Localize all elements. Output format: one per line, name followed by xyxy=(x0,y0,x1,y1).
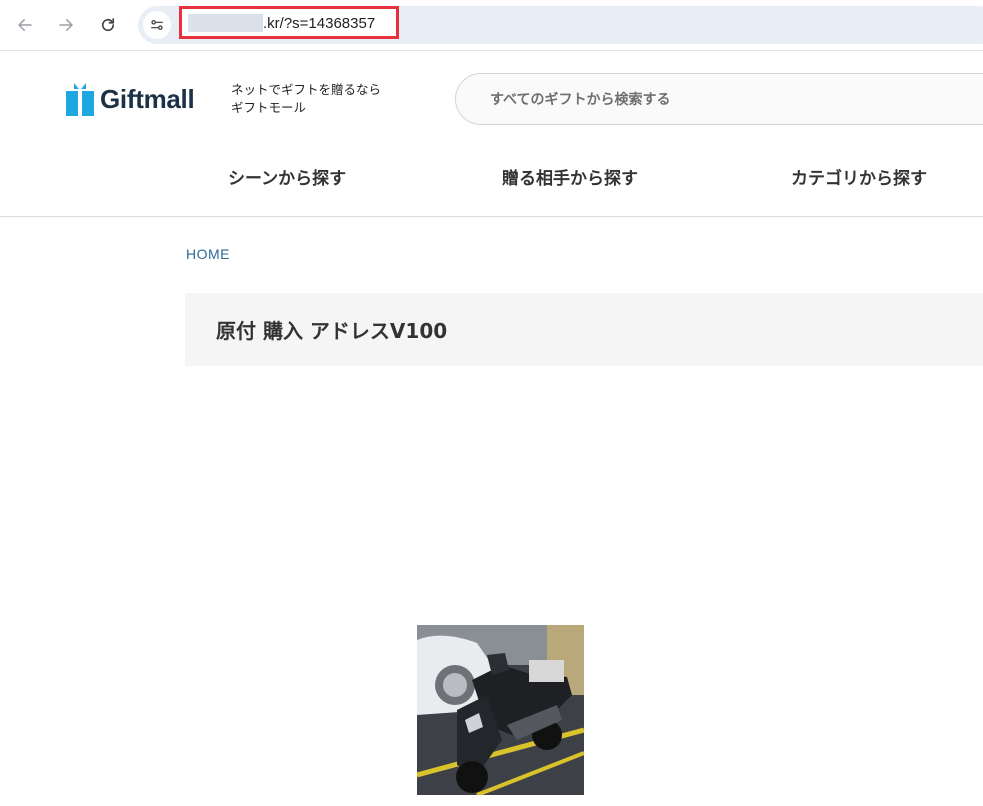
site-info-button[interactable] xyxy=(143,11,171,39)
tagline-line-2: ギフトモール xyxy=(231,100,307,115)
gift-box-icon xyxy=(66,83,94,116)
nav-item-category[interactable]: カテゴリから探す xyxy=(791,164,927,189)
breadcrumb-home[interactable]: HOME xyxy=(186,246,230,262)
arrow-right-icon xyxy=(59,19,73,31)
product-image[interactable] xyxy=(417,625,584,795)
reload-icon xyxy=(101,18,115,32)
tune-icon xyxy=(151,20,163,30)
tagline-line-1: ネットでギフトを贈るなら xyxy=(231,82,382,97)
search-box[interactable] xyxy=(455,73,983,125)
arrow-left-icon xyxy=(18,19,32,31)
search-input[interactable] xyxy=(488,88,972,112)
address-bar[interactable]: .kr/?s=14368357 xyxy=(138,6,983,44)
tagline: ネットでギフトを贈るなら ギフトモール xyxy=(231,81,381,117)
forward-button[interactable] xyxy=(51,10,81,40)
title-banner: 原付 購入 アドレスV100 xyxy=(185,293,983,366)
giftmall-logo[interactable]: Giftmall xyxy=(66,81,195,117)
logo-text: Giftmall xyxy=(100,83,195,114)
back-button[interactable] xyxy=(10,10,40,40)
main-navigation: シーンから探す 贈る相手から探す カテゴリから探す xyxy=(0,150,983,217)
browser-toolbar: .kr/?s=14368357 xyxy=(0,0,983,51)
url-text[interactable]: .kr/?s=14368357 xyxy=(263,15,375,32)
url-redaction xyxy=(188,14,263,32)
nav-item-recipient[interactable]: 贈る相手から探す xyxy=(502,164,638,189)
page-title: 原付 購入 アドレスV100 xyxy=(216,319,448,343)
nav-item-scene[interactable]: シーンから探す xyxy=(228,164,346,189)
reload-button[interactable] xyxy=(93,10,123,40)
url-highlight-box: .kr/?s=14368357 xyxy=(179,6,399,39)
scooter-photo xyxy=(417,625,584,795)
